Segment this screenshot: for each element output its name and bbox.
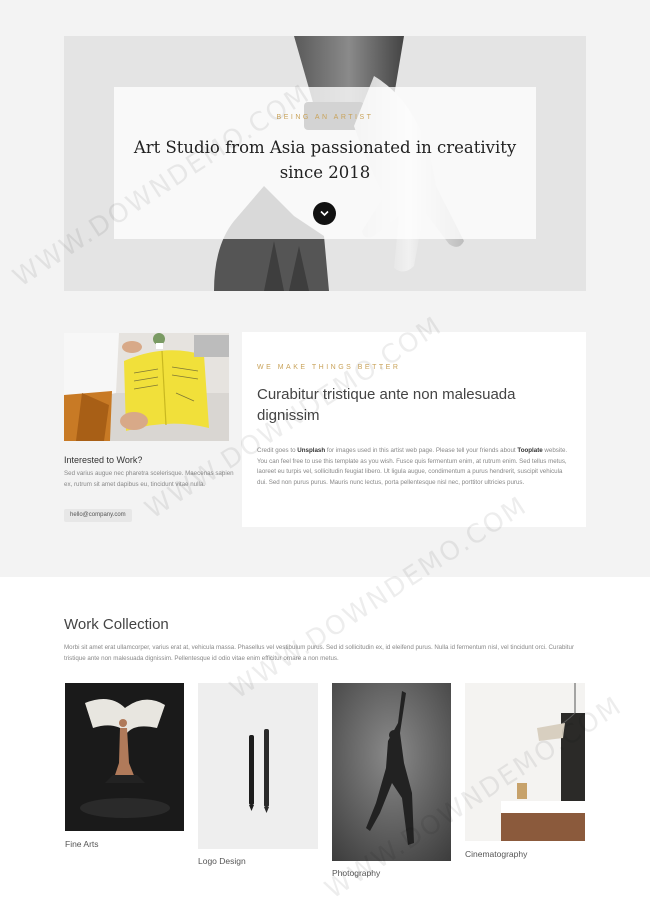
work-item-label: Logo Design: [198, 856, 246, 866]
work-item-logo-design[interactable]: [198, 683, 318, 849]
logo-design-image: [198, 683, 318, 849]
interested-heading: Interested to Work?: [64, 455, 143, 465]
email-link[interactable]: hello@company.com: [64, 509, 132, 522]
scroll-down-button[interactable]: [313, 202, 336, 225]
hero-section: Being an artist Art Studio from Asia pas…: [64, 36, 586, 291]
hero-eyebrow: Being an artist: [276, 114, 374, 121]
work-item-label: Cinematography: [465, 849, 528, 859]
work-item-label: Fine Arts: [65, 839, 99, 849]
chevron-down-icon: [320, 210, 329, 217]
unsplash-link[interactable]: Unsplash: [297, 447, 325, 454]
about-text: Credit goes to Unsplash for images used …: [257, 446, 572, 488]
tooplate-link[interactable]: Tooplate: [517, 447, 542, 454]
about-image-yellow-book: [64, 333, 229, 441]
work-item-fine-arts[interactable]: [65, 683, 184, 831]
about-text-mid: for images used in this artist web page.…: [325, 447, 518, 454]
fine-arts-image: [65, 683, 184, 831]
work-collection-title: Work Collection: [64, 616, 169, 633]
